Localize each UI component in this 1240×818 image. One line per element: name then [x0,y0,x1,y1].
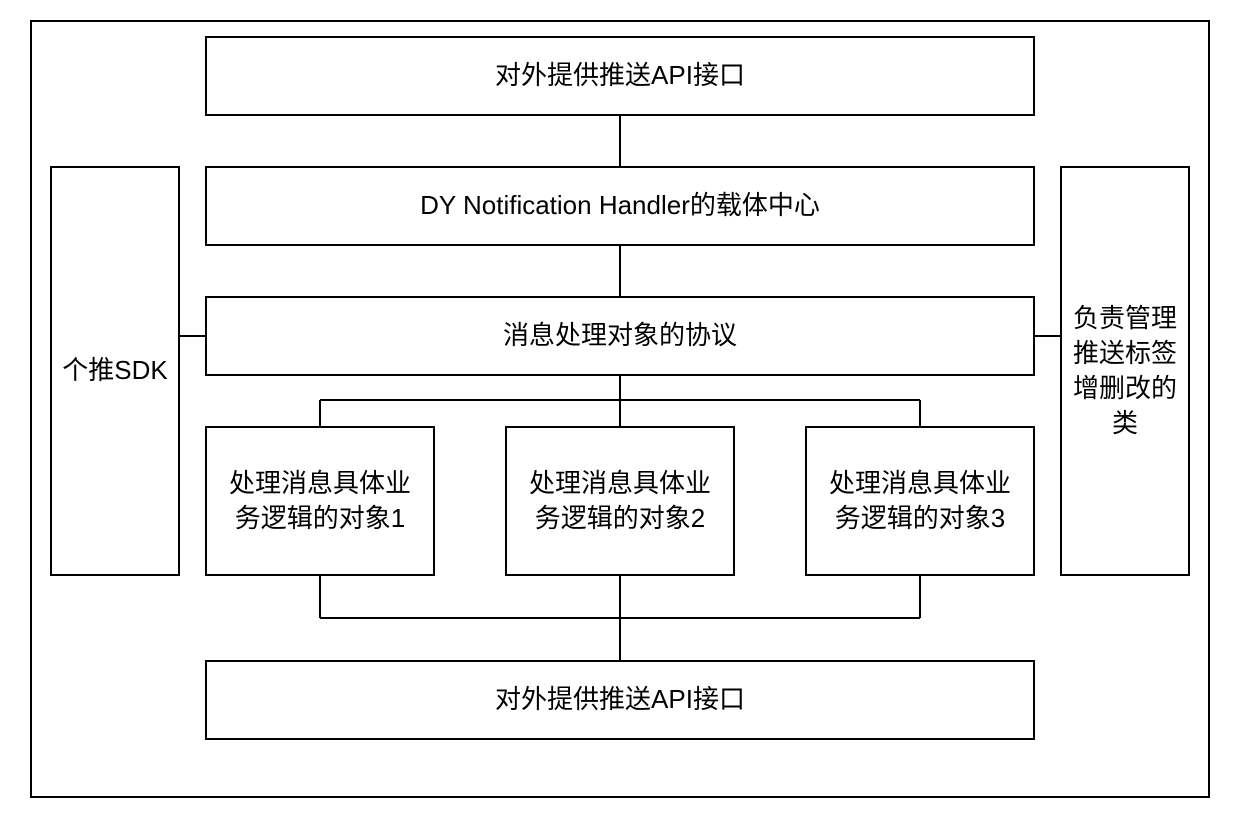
handler-center-label: DY Notification Handler的载体中心 [420,188,820,223]
handler-object-3-box: 处理消息具体业务逻辑的对象3 [805,426,1035,576]
handler-object-1-box: 处理消息具体业务逻辑的对象1 [205,426,435,576]
top-api-box: 对外提供推送API接口 [205,36,1035,116]
handler-center-box: DY Notification Handler的载体中心 [205,166,1035,246]
handler-object-1-label: 处理消息具体业务逻辑的对象1 [217,466,423,536]
protocol-label: 消息处理对象的协议 [503,318,737,353]
handler-object-2-label: 处理消息具体业务逻辑的对象2 [517,466,723,536]
sdk-label: 个推SDK [62,353,167,388]
handler-object-3-label: 处理消息具体业务逻辑的对象3 [817,466,1023,536]
tag-manager-box: 负责管理推送标签增删改的类 [1060,166,1190,576]
bottom-api-box: 对外提供推送API接口 [205,660,1035,740]
handler-object-2-box: 处理消息具体业务逻辑的对象2 [505,426,735,576]
top-api-label: 对外提供推送API接口 [495,58,745,93]
protocol-box: 消息处理对象的协议 [205,296,1035,376]
tag-manager-label: 负责管理推送标签增删改的类 [1072,301,1178,441]
bottom-api-label: 对外提供推送API接口 [495,682,745,717]
sdk-box: 个推SDK [50,166,180,576]
